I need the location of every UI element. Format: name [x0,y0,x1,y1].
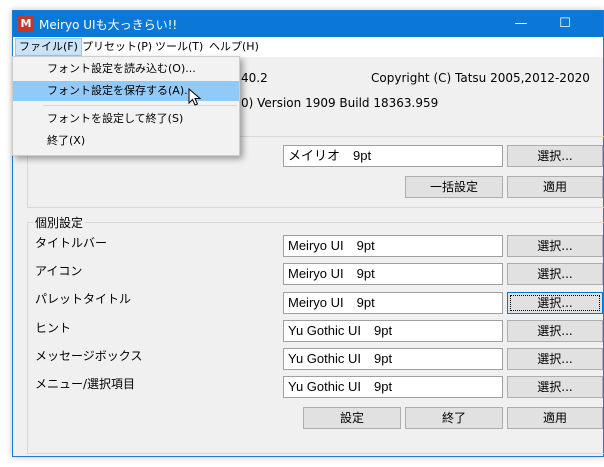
menu-item-select-button[interactable]: 選択... [507,376,603,398]
row-label-palette-title: パレットタイトル [35,292,132,306]
individual-group-title: 個別設定 [33,214,86,231]
menu-tools[interactable]: ツール(T) [152,39,206,55]
menu-load-font-settings[interactable]: フォント設定を読み込む(O)... [13,59,239,79]
bulk-set-button[interactable]: 一括設定 [405,176,503,198]
message-box-font-field: Yu Gothic UI 9pt [283,348,503,370]
file-menu-dropdown: フォント設定を読み込む(O)... フォント設定を保存する(A)... フォント… [12,56,240,156]
menu-save-font-settings[interactable]: フォント設定を保存する(A)... [13,81,239,101]
palette-title-select-button[interactable]: 選択... [507,292,603,314]
common-select-button[interactable]: 選択... [507,145,603,167]
apply-button[interactable]: 適用 [507,407,603,429]
menu-exit[interactable]: 終了(X) [13,131,239,151]
row-label-hint: ヒント [35,321,72,335]
os-info-text: 0) Version 1909 Build 18363.959 [241,96,439,110]
menu-item-font-field: Yu Gothic UI 9pt [283,376,503,398]
common-apply-button[interactable]: 適用 [507,176,603,198]
maximize-button[interactable]: ☐ [543,11,587,37]
menu-preset[interactable]: プリセット(P) [79,39,155,55]
message-box-select-button[interactable]: 選択... [507,348,603,370]
copyright-text: Copyright (C) Tatsu 2005,2012-2020 [371,71,590,85]
app-icon[interactable]: M [18,16,34,32]
set-button[interactable]: 設定 [303,407,401,429]
menu-set-and-exit[interactable]: フォントを設定して終了(S) [13,109,239,129]
menu-separator [43,105,237,106]
icon-select-button[interactable]: 選択... [507,263,603,285]
exit-button[interactable]: 終了 [405,407,503,429]
window-title: Meiryo UIも大っきらい!! [39,18,178,32]
minimize-button[interactable]: — [499,11,543,37]
row-label-menu-item: メニュー/選択項目 [35,377,136,391]
titlebar-select-button[interactable]: 選択... [507,235,603,257]
mouse-cursor-icon [188,88,202,106]
hint-select-button[interactable]: 選択... [507,320,603,342]
icon-font-field: Meiryo UI 9pt [283,263,503,285]
menu-help[interactable]: ヘルプ(H) [206,39,262,55]
titlebar-font-field: Meiryo UI 9pt [283,235,503,257]
version-text: 40.2 [241,71,268,85]
row-label-message-box: メッセージボックス [35,349,143,363]
menu-file[interactable]: ファイル(F) [15,38,82,56]
palette-title-font-field: Meiryo UI 9pt [283,292,503,314]
row-label-icon: アイコン [35,264,83,278]
menu-bar: ファイル(F) プリセット(P) ツール(T) ヘルプ(H) [13,37,603,57]
common-font-field: メイリオ 9pt [283,145,503,167]
row-label-titlebar: タイトルバー [35,236,108,250]
title-bar[interactable]: M Meiryo UIも大っきらい!! — ☐ [13,11,603,37]
hint-font-field: Yu Gothic UI 9pt [283,320,503,342]
